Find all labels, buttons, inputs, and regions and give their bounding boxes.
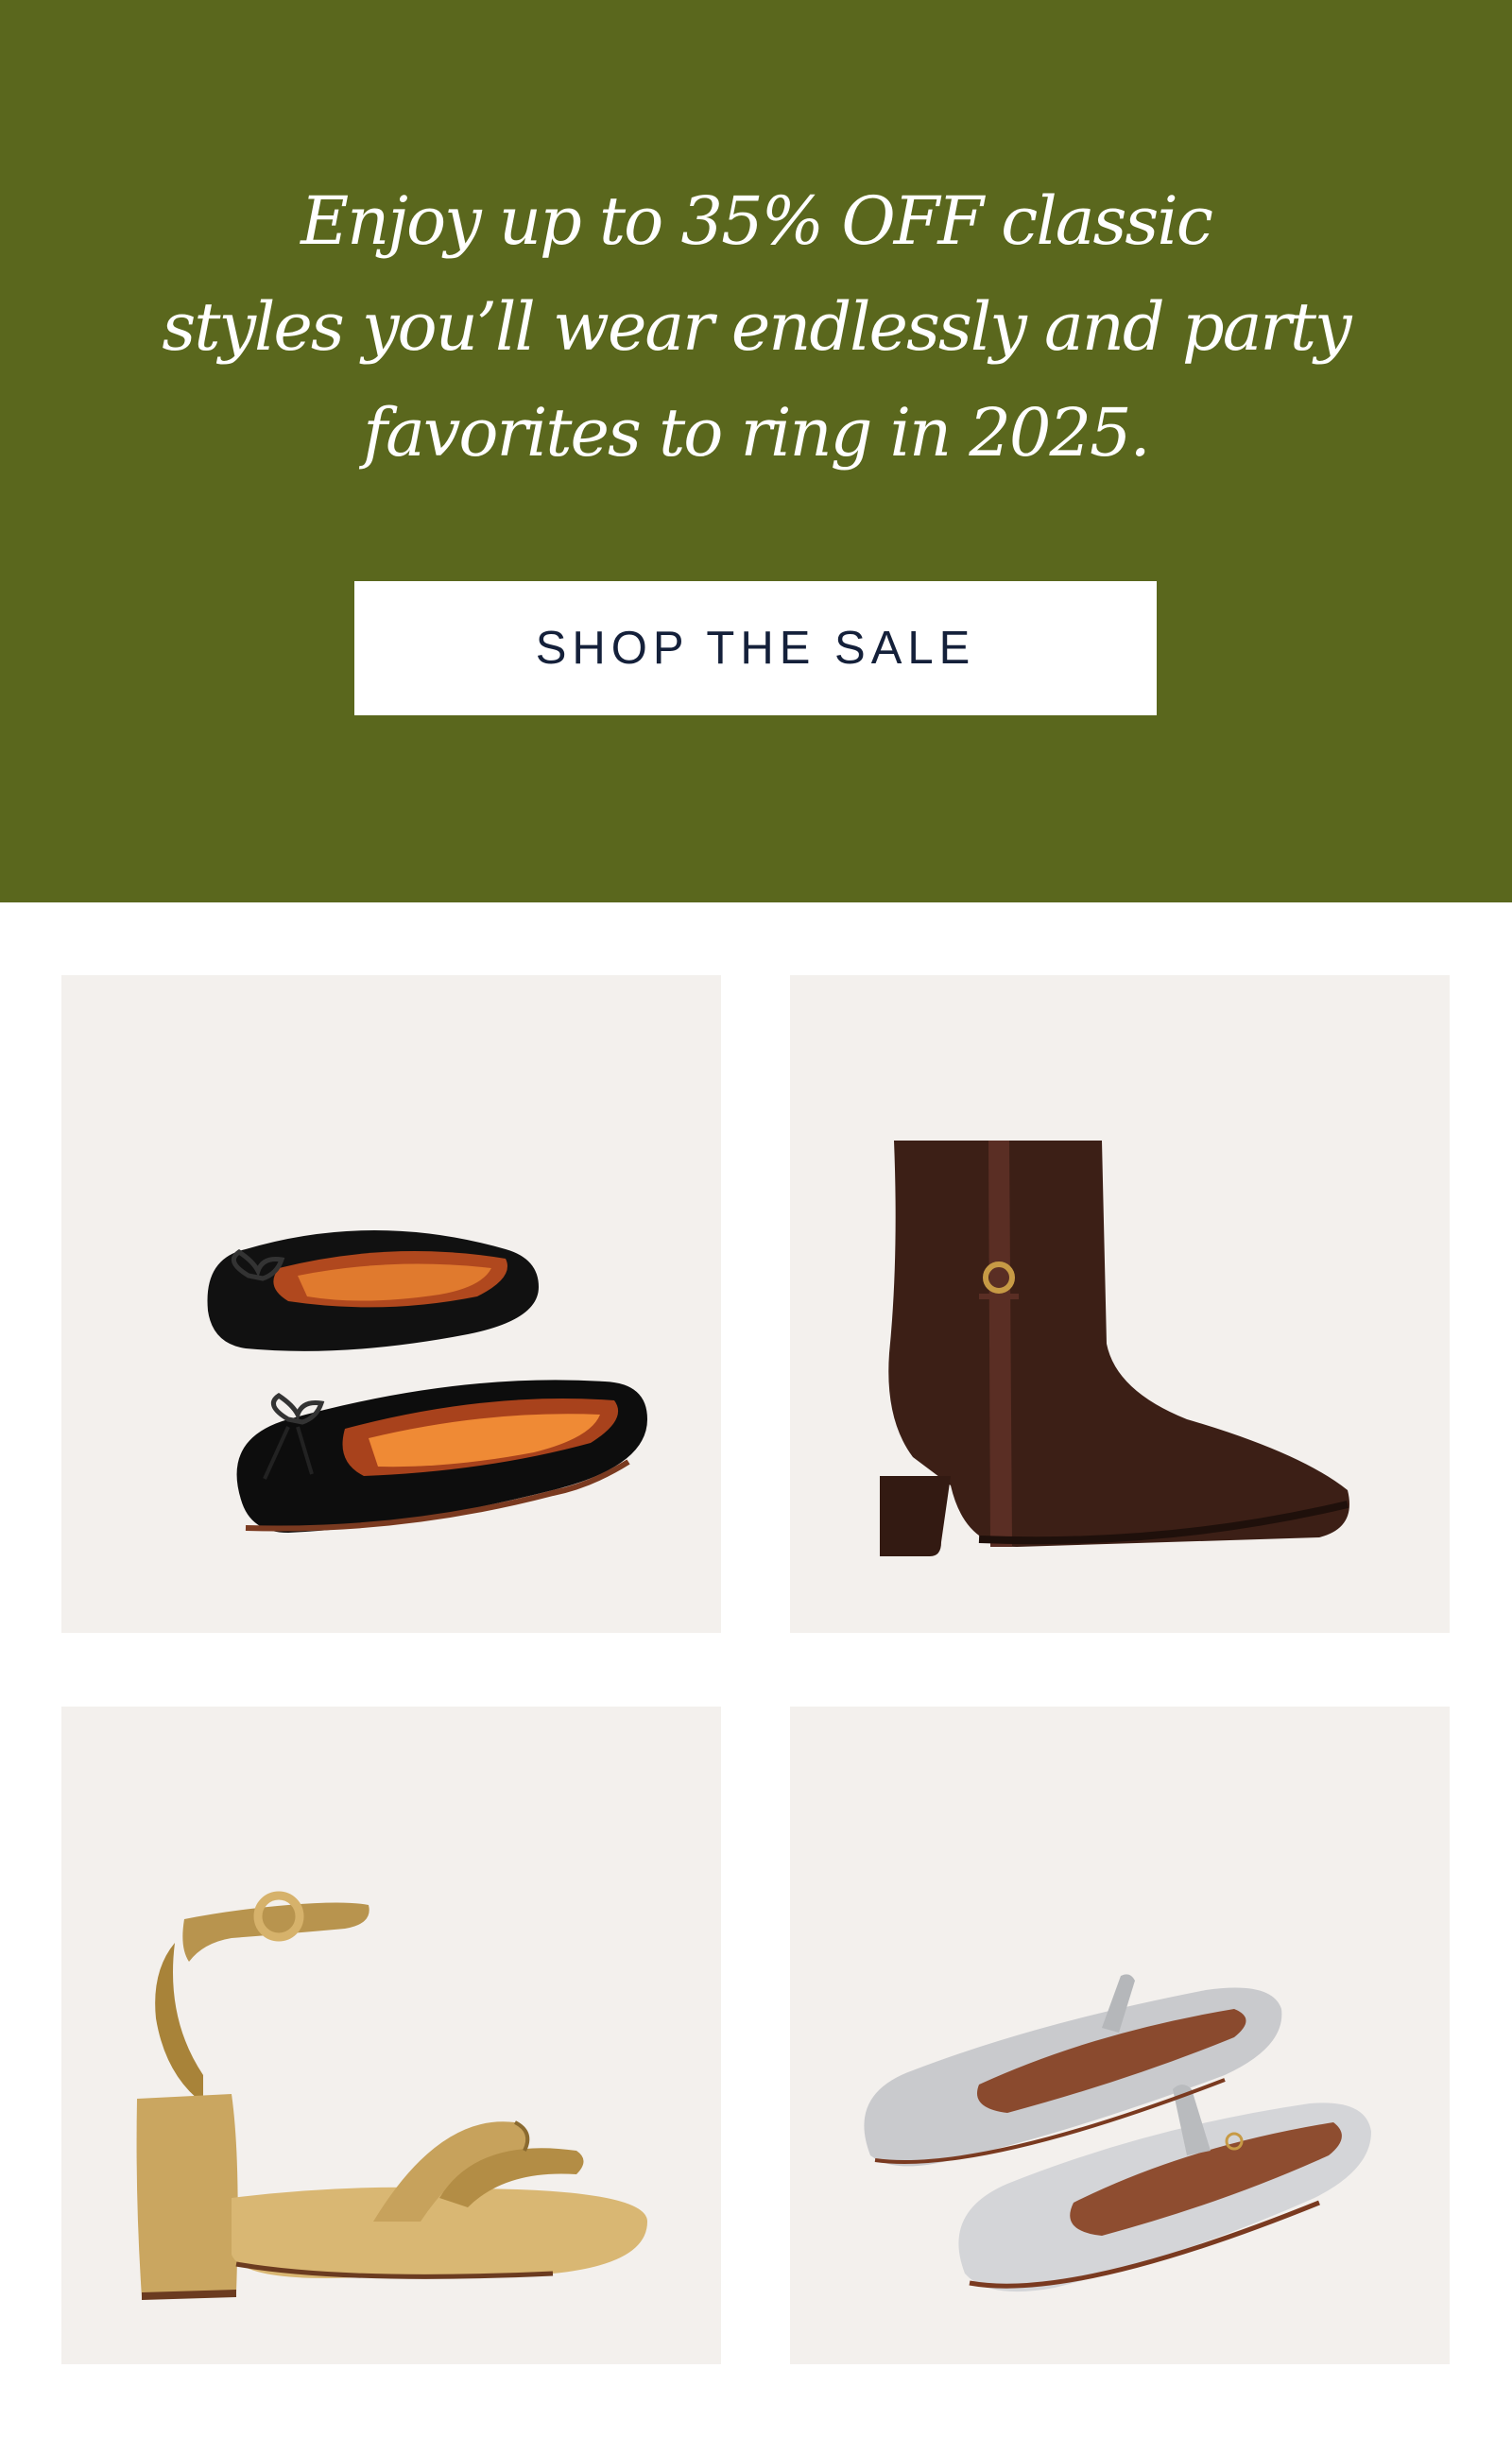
mary-jane-image	[864, 1974, 1371, 2292]
ankle-boot-image	[880, 1141, 1349, 1556]
headline-line-3: favorites to ring in 2025.	[363, 394, 1151, 472]
sale-hero-banner: Enjoy up to 35% OFF classic styles you’l…	[0, 0, 1512, 902]
sale-headline: Enjoy up to 35% OFF classic styles you’l…	[0, 168, 1512, 486]
headline-line-2: styles you’ll wear endlessly and party	[162, 288, 1351, 366]
product-tile-platform-sandal[interactable]	[61, 1707, 721, 2364]
product-tile-ballet-flats[interactable]	[61, 975, 721, 1633]
shop-the-sale-button[interactable]: SHOP THE SALE	[354, 581, 1157, 715]
product-tile-mary-jane[interactable]	[790, 1707, 1450, 2364]
product-tile-ankle-boot[interactable]	[790, 975, 1450, 1633]
ballet-flats-image	[207, 1230, 648, 1533]
headline-line-1: Enjoy up to 35% OFF classic	[301, 182, 1213, 260]
platform-sandal-image	[136, 1891, 647, 2300]
